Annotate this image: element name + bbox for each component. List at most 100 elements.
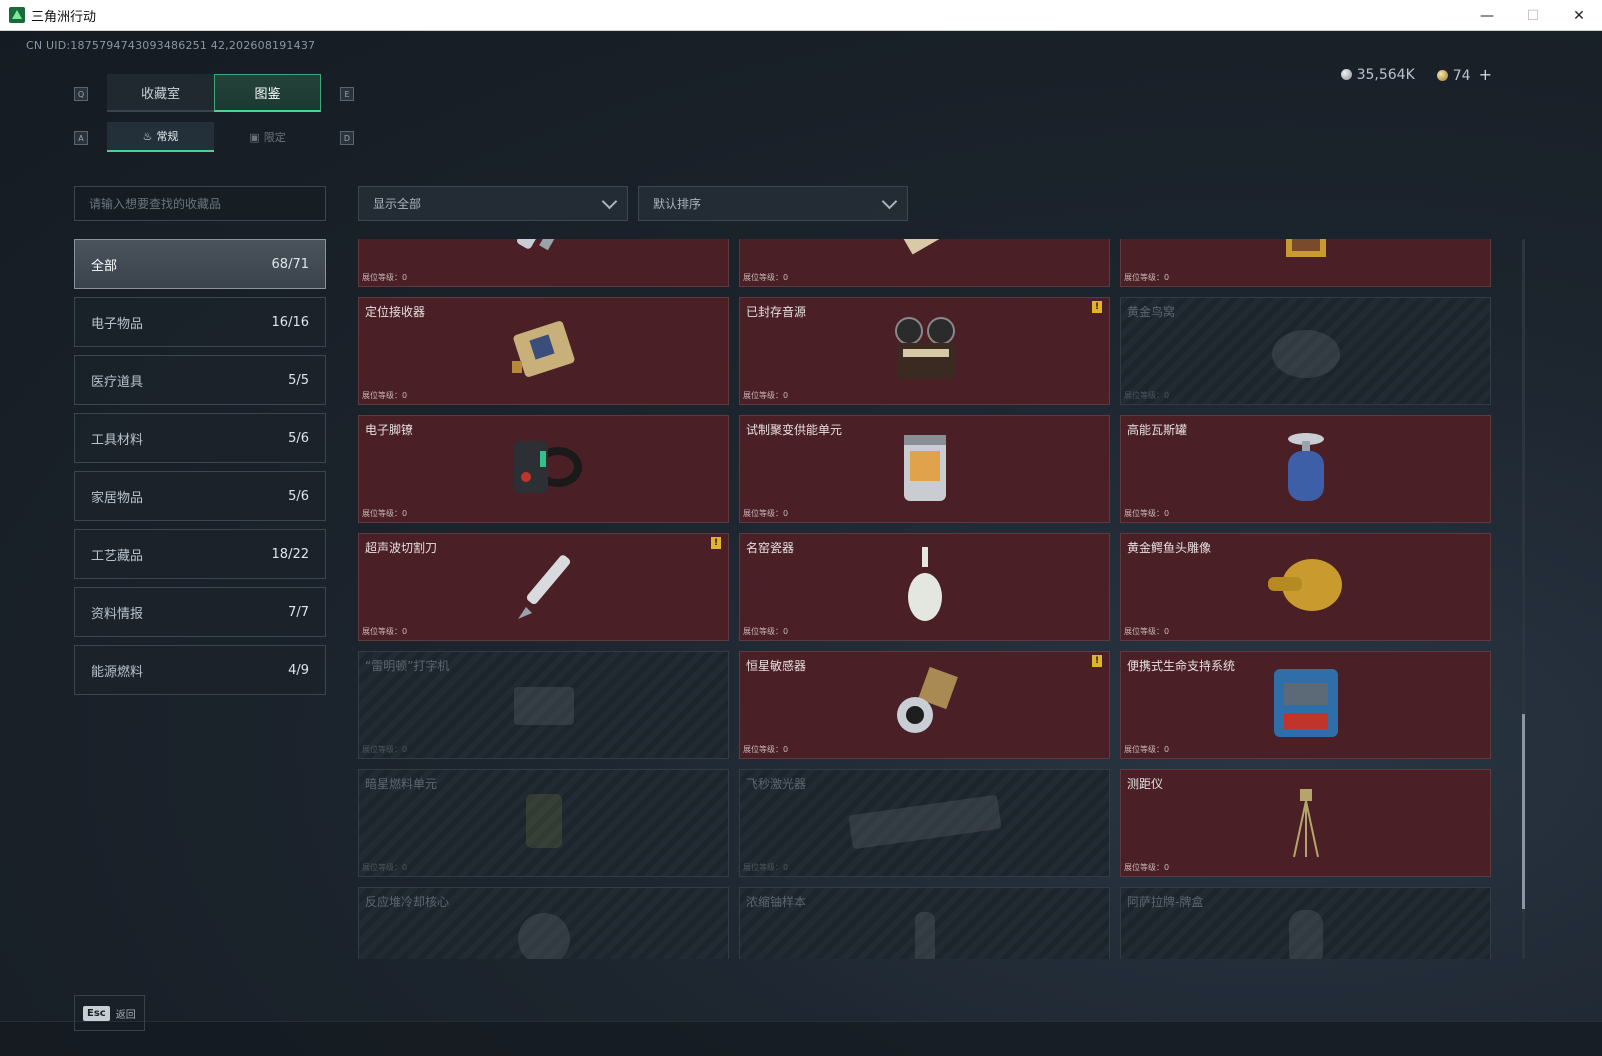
fusion-unit-icon [890,427,960,511]
filter-dropdown[interactable]: 显示全部 [358,186,628,221]
typewriter-icon [504,673,584,737]
item-name: 便携式生命支持系统 [1127,659,1236,673]
collection-item-sealed-audio[interactable]: 已封存音源 ! 展位等级：0 [739,297,1110,405]
item-name: 反应堆冷却核心 [365,895,450,909]
close-button[interactable]: ✕ [1556,0,1602,31]
life-support-icon [1264,661,1348,749]
booth-level: 展位等级：0 [362,509,408,518]
category-household[interactable]: 家居物品 5/6 [74,471,326,521]
key-hint-q: Q [74,87,88,101]
item-name: 黄金鳄鱼头雕像 [1127,541,1212,555]
booth-level: 展位等级：0 [1124,391,1170,400]
tab-collection-room[interactable]: 收藏室 [107,74,214,112]
collection-item-porcelain-vase[interactable]: 名窑瓷器 展位等级：0 [739,533,1110,641]
subtab-limited-label: 限定 [263,131,286,144]
category-label: 电子物品 [91,316,144,332]
category-crafts[interactable]: 工艺藏品 18/22 [74,529,326,579]
booth-level: 展位等级：0 [1124,745,1170,754]
collection-item-ankle-monitor[interactable]: 电子脚镣 展位等级：0 [358,415,729,523]
collection-item-reactor-core[interactable]: 反应堆冷却核心 展位等级：0 [358,887,729,959]
minimize-button[interactable]: — [1464,0,1510,31]
collection-item-rangefinder[interactable]: 测距仪 展位等级：0 [1120,769,1491,877]
gold-amount: 74 [1452,68,1471,84]
warning-icon: ! [1092,655,1102,667]
back-button[interactable]: Esc 返回 [74,995,145,1031]
laser-icon [840,791,1010,855]
item-name: 高能瓦斯罐 [1127,423,1188,437]
booth-level: 展位等级：0 [743,391,789,400]
search-input[interactable]: 请输入想要查找的收藏品 [74,186,326,221]
flame-icon: ♨ [142,129,153,143]
item-name: 阿萨拉牌-牌盒 [1127,895,1204,909]
collection-item-uranium-sample[interactable]: 浓缩铀样本 展位等级：0 [739,887,1110,959]
booth-level: 展位等级：0 [362,745,408,754]
collection-item-star-sensor[interactable]: 恒星敏感器 ! 展位等级：0 [739,651,1110,759]
collection-item-fusion-unit[interactable]: 试制聚变供能单元 展位等级：0 [739,415,1110,523]
category-tools[interactable]: 工具材料 5/6 [74,413,326,463]
item-name: 超声波切割刀 [365,541,438,555]
collection-item-flashlight[interactable]: 展位等级：0 [358,239,729,287]
subtab-limited[interactable]: ▣ 限定 [214,122,321,152]
item-name: 黄金鸟窝 [1127,305,1176,319]
category-intel[interactable]: 资料情报 7/7 [74,587,326,637]
collection-item-framed-painting[interactable]: 展位等级：0 [1120,239,1491,287]
category-all[interactable]: 全部 68/71 [74,239,326,289]
category-energy[interactable]: 能源燃料 4/9 [74,645,326,695]
flashlight-icon [509,239,579,265]
warning-icon: ! [711,537,721,549]
item-name: 测距仪 [1127,777,1164,791]
sub-tabs: ♨ 常规 ▣ 限定 [107,122,321,152]
collection-item-dark-star-fuel[interactable]: 暗星燃料单元 展位等级：0 [358,769,729,877]
framed-painting-icon [1276,239,1336,265]
silver-currency: 35,564K [1340,67,1415,83]
main-tabs: 收藏室 图鉴 [107,74,321,112]
maximize-button[interactable]: ☐ [1510,0,1556,31]
booth-level: 展位等级：0 [1124,273,1170,282]
category-count: 68/71 [271,256,309,272]
app-logo-icon [9,7,25,23]
rangefinder-tripod-icon [1286,779,1326,867]
key-hint-e: E [340,87,354,101]
category-count: 5/6 [288,430,309,446]
collection-item-gold-bird-nest[interactable]: 黄金鸟窝 展位等级：0 [1120,297,1491,405]
booth-level: 展位等级：0 [362,391,408,400]
add-currency-button[interactable]: + [1479,65,1492,84]
star-sensor-icon [885,663,965,747]
back-label: 返回 [115,1009,136,1021]
ankle-monitor-icon [502,429,586,509]
chevron-down-icon [601,193,618,210]
category-medical[interactable]: 医疗道具 5/5 [74,355,326,405]
window-title: 三角洲行动 [31,9,97,25]
sort-dropdown[interactable]: 默认排序 [638,186,908,221]
ultrasonic-cutter-icon [504,545,584,629]
collection-grid-viewport[interactable]: 展位等级：0 展位等级：0 展位等级：0 定位接收器 展位等级：0 已封存音源 … [358,239,1515,959]
category-label: 能源燃料 [91,664,144,680]
collection-item-painting-scroll[interactable]: 展位等级：0 [739,239,1110,287]
collection-item-gas-canister[interactable]: 高能瓦斯罐 展位等级：0 [1120,415,1491,523]
collection-item-life-support[interactable]: 便携式生命支持系统 展位等级：0 [1120,651,1491,759]
collection-item-gold-croc-head[interactable]: 黄金鳄鱼头雕像 展位等级：0 [1120,533,1491,641]
collection-grid: 展位等级：0 展位等级：0 展位等级：0 定位接收器 展位等级：0 已封存音源 … [358,239,1491,959]
gas-canister-icon [1276,427,1336,511]
item-name: 恒星敏感器 [746,659,807,673]
collection-item-typewriter[interactable]: “雷明顿”打字机 展位等级：0 [358,651,729,759]
category-label: 资料情报 [91,606,144,622]
game-viewport: CN UID:1875794743093486251 42,2026081914… [0,31,1602,1056]
grid-scrollbar-thumb[interactable] [1522,714,1525,909]
category-label: 工具材料 [91,432,144,448]
collection-item-femtosecond-laser[interactable]: 飞秒激光器 展位等级：0 [739,769,1110,877]
subtab-regular[interactable]: ♨ 常规 [107,122,214,152]
collection-item-card-box[interactable]: 阿萨拉牌-牌盒 展位等级：0 [1120,887,1491,959]
collection-item-locator-receiver[interactable]: 定位接收器 展位等级：0 [358,297,729,405]
booth-level: 展位等级：0 [743,509,789,518]
category-count: 4/9 [288,662,309,678]
currency-bar: 35,564K 74 + [1340,65,1492,84]
category-label: 全部 [91,258,118,274]
tab-codex[interactable]: 图鉴 [214,74,321,112]
category-electronics[interactable]: 电子物品 16/16 [74,297,326,347]
chevron-down-icon [881,193,898,210]
collection-item-ultrasonic-cutter[interactable]: 超声波切割刀 ! 展位等级：0 [358,533,729,641]
image-icon: ▣ [249,130,260,144]
grid-scrollbar[interactable] [1522,239,1525,959]
filter-dropdown-value: 显示全部 [373,197,422,211]
